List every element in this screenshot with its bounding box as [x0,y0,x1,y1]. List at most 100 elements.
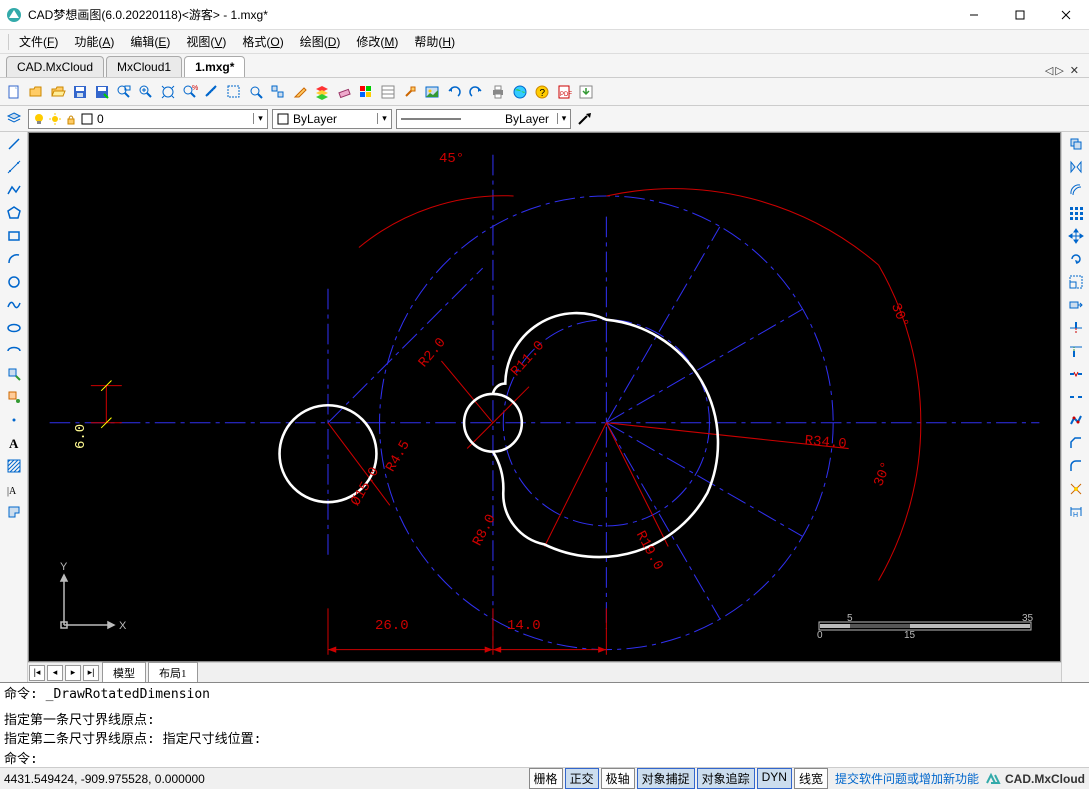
redo-button[interactable] [466,82,486,102]
tab-close-button[interactable]: ✕ [1070,64,1079,77]
vtab-next-button[interactable]: ▸ [65,665,81,681]
insert-block-tool[interactable] [4,364,24,384]
layers-button[interactable] [312,82,332,102]
rotate-tool[interactable] [1066,249,1086,269]
polyline-tool[interactable] [4,180,24,200]
mirror-tool[interactable] [1066,157,1086,177]
export-button[interactable] [576,82,596,102]
image-button[interactable] [422,82,442,102]
command-window[interactable]: 命令: _DrawRotatedDimension 指定第一条尺寸界线原点: 指… [0,682,1089,767]
feedback-link[interactable]: 提交软件问题或增加新功能 [835,770,979,787]
copy-tool[interactable] [1066,134,1086,154]
vtab-prev-button[interactable]: ◂ [47,665,63,681]
menu-h[interactable]: 帮助(H) [406,30,463,53]
join-tool[interactable] [1066,410,1086,430]
xline-tool[interactable] [4,157,24,177]
erase-button[interactable] [334,82,354,102]
open-button[interactable] [26,82,46,102]
menu-m[interactable]: 修改(M) [348,30,406,53]
zoom-in-button[interactable] [136,82,156,102]
doc-tab[interactable]: MxCloud1 [106,56,182,77]
status-toggle[interactable]: 线宽 [794,768,828,789]
measure-button[interactable] [202,82,222,102]
explode-tool[interactable] [1066,479,1086,499]
vtab-first-button[interactable]: |◂ [29,665,45,681]
maximize-button[interactable] [997,0,1043,30]
edit-button[interactable] [290,82,310,102]
properties-button[interactable] [378,82,398,102]
menu-f[interactable]: 文件(F) [11,30,66,53]
color-combo[interactable]: ByLayer ▾ [272,109,392,129]
layer-manager-button[interactable] [4,109,24,129]
globe-button[interactable] [510,82,530,102]
menu-d[interactable]: 绘图(D) [292,30,349,53]
save-button[interactable] [70,82,90,102]
new-button[interactable] [4,82,24,102]
select-all-button[interactable] [268,82,288,102]
scale-tool[interactable] [1066,272,1086,292]
arc-tool[interactable] [4,249,24,269]
offset-tool[interactable] [1066,180,1086,200]
undo-button[interactable] [444,82,464,102]
status-toggle[interactable]: 栅格 [529,768,563,789]
break2-tool[interactable] [1066,387,1086,407]
open-folder-button[interactable] [48,82,68,102]
color-button[interactable] [356,82,376,102]
print-button[interactable] [488,82,508,102]
ellipse-arc-tool[interactable] [4,341,24,361]
help-button[interactable]: ? [532,82,552,102]
spline-tool[interactable] [4,295,24,315]
zoom-window-button[interactable] [114,82,134,102]
linetype-combo[interactable]: ByLayer ▾ [396,109,571,129]
array-tool[interactable] [1066,203,1086,223]
hatch-tool[interactable] [4,456,24,476]
areasel-button[interactable] [224,82,244,102]
zoom-extents-button[interactable] [158,82,178,102]
stretch-tool[interactable] [1066,295,1086,315]
match-prop-button[interactable] [400,82,420,102]
chamfer-tool[interactable] [1066,433,1086,453]
dtext-tool[interactable]: |A [4,479,24,499]
doc-tab[interactable]: 1.mxg* [184,56,245,77]
line-tool[interactable] [4,134,24,154]
minimize-button[interactable] [951,0,997,30]
break-tool[interactable] [1066,364,1086,384]
status-toggle[interactable]: 极轴 [601,768,635,789]
main-toolbar: % ? PDF [0,78,1089,106]
pdf-button[interactable]: PDF [554,82,574,102]
save-as-button[interactable] [92,82,112,102]
menu-e[interactable]: 编辑(E) [122,30,178,53]
dimension-tool[interactable]: H [1066,502,1086,522]
mtext-tool[interactable]: A [4,433,24,453]
viewport-tab[interactable]: 布局1 [148,662,198,683]
ellipse-tool[interactable] [4,318,24,338]
move-tool[interactable] [1066,226,1086,246]
drawing-canvas[interactable]: 45° 30° 30° R2.0 R11.0 R4.5 Ø15.0 R8.0 R… [28,132,1061,662]
circle-tool[interactable] [4,272,24,292]
status-toggle[interactable]: 正交 [565,768,599,789]
status-toggle[interactable]: 对象追踪 [697,768,755,789]
vtab-last-button[interactable]: ▸| [83,665,99,681]
fillet-tool[interactable] [1066,456,1086,476]
doc-tab[interactable]: CAD.MxCloud [6,56,104,77]
tab-next-button[interactable]: ▷ [1055,64,1063,77]
viewport-tab[interactable]: 模型 [102,662,146,683]
lineweight-button[interactable] [575,109,595,129]
extend-tool[interactable] [1066,341,1086,361]
layer-combo[interactable]: 0 ▾ [28,109,268,129]
menu-o[interactable]: 格式(O) [234,30,291,53]
menu-a[interactable]: 功能(A) [66,30,122,53]
rectangle-tool[interactable] [4,226,24,246]
point-tool[interactable] [4,410,24,430]
close-button[interactable] [1043,0,1089,30]
region-tool[interactable] [4,502,24,522]
polygon-tool[interactable] [4,203,24,223]
menu-v[interactable]: 视图(V) [178,30,234,53]
tab-prev-button[interactable]: ◁ [1045,64,1053,77]
trim-tool[interactable] [1066,318,1086,338]
pan-button[interactable] [246,82,266,102]
make-block-tool[interactable] [4,387,24,407]
status-toggle[interactable]: 对象捕捉 [637,768,695,789]
status-toggle[interactable]: DYN [757,768,792,789]
zoom-scale-button[interactable]: % [180,82,200,102]
